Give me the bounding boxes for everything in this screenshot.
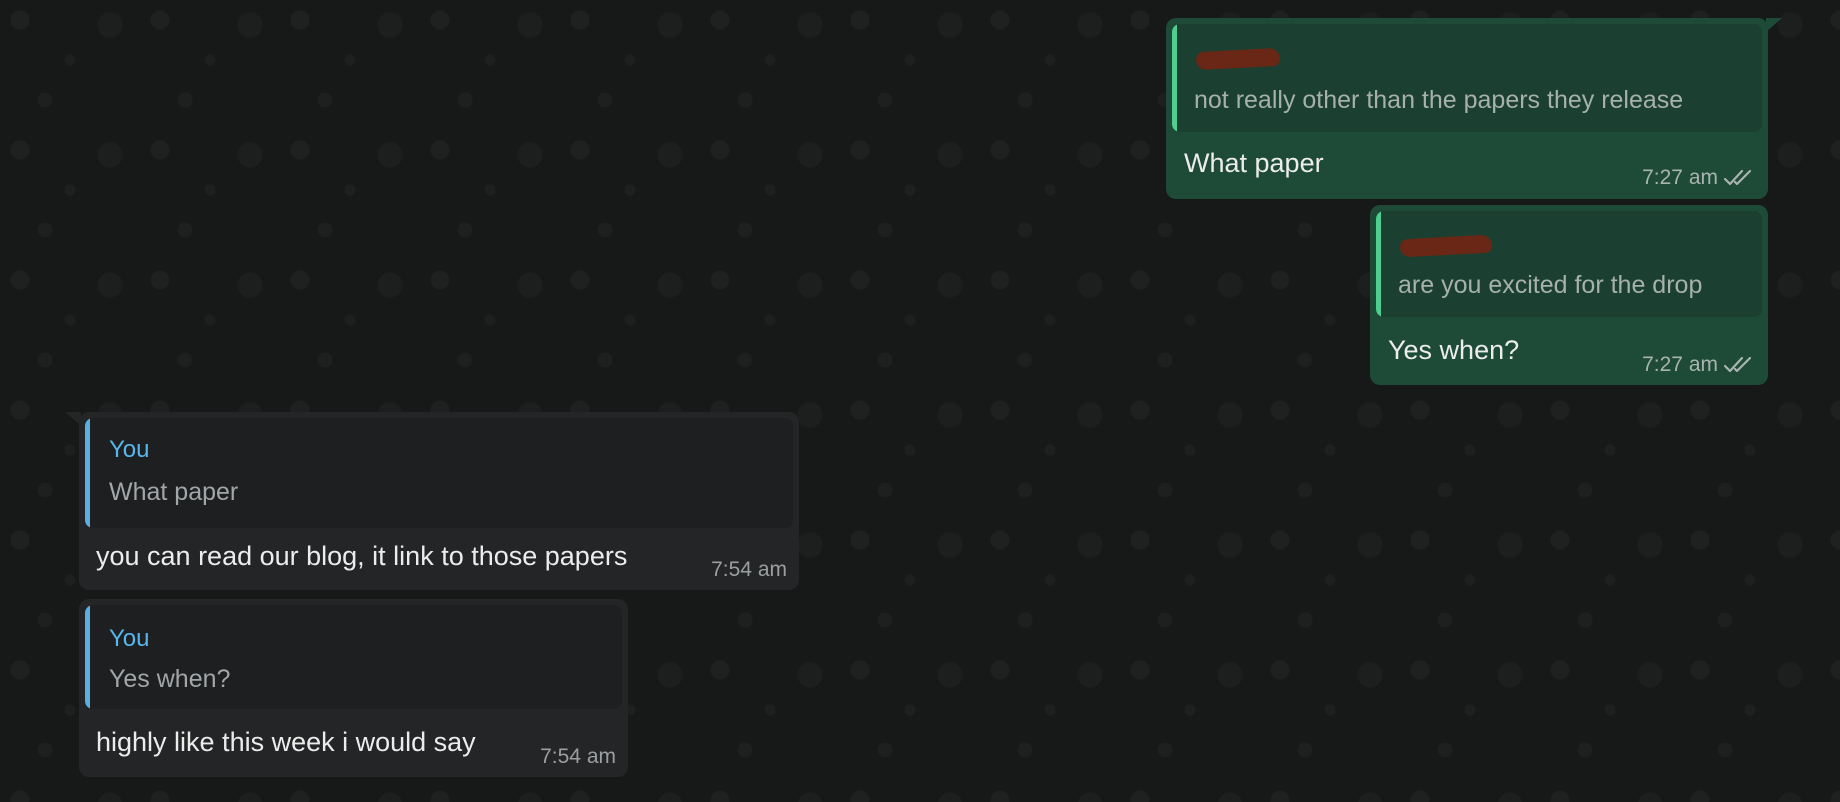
quote-text: not really other than the papers they re…: [1194, 86, 1684, 114]
quoted-message[interactable]: not really other than the papers they re…: [1172, 24, 1762, 132]
quote-bar: [1376, 211, 1381, 317]
message-bubble-incoming[interactable]: You Yes when? highly like this week i wo…: [79, 599, 628, 777]
quoted-message[interactable]: are you excited for the drop: [1376, 211, 1762, 317]
quote-text: What paper: [109, 478, 239, 506]
message-time: 7:27 am: [1642, 353, 1718, 376]
bubble-tail: [1766, 18, 1782, 32]
double-check-icon: [1724, 169, 1756, 187]
message-meta: 7:54 am: [711, 558, 787, 582]
quoted-message[interactable]: You Yes when?: [85, 605, 622, 709]
redacted-author-name: [1195, 47, 1281, 71]
message-meta: 7:54 am: [540, 745, 616, 769]
quote-text: are you excited for the drop: [1398, 271, 1703, 299]
quote-bar: [1172, 24, 1177, 132]
message-time: 7:54 am: [711, 558, 787, 581]
quoted-message[interactable]: You What paper: [85, 418, 793, 528]
double-check-icon: [1724, 356, 1756, 374]
message-meta: 7:27 am: [1642, 166, 1756, 190]
message-time: 7:27 am: [1642, 166, 1718, 189]
quote-author: You: [109, 625, 150, 652]
message-bubble-incoming[interactable]: You What paper you can read our blog, it…: [65, 412, 799, 590]
quote-author: You: [109, 436, 150, 463]
message-text: What paper: [1184, 148, 1324, 178]
message-text: highly like this week i would say: [96, 727, 476, 757]
redacted-author-name: [1399, 234, 1493, 258]
message-text: you can read our blog, it link to those …: [96, 541, 628, 571]
bubble-tail: [65, 412, 81, 426]
message-meta: 7:27 am: [1642, 353, 1756, 377]
message-time: 7:54 am: [540, 745, 616, 768]
quote-bar: [85, 605, 90, 709]
message-bubble-outgoing[interactable]: not really other than the papers they re…: [1166, 18, 1782, 199]
message-bubble-outgoing[interactable]: are you excited for the drop Yes when? 7…: [1370, 205, 1768, 385]
message-text: Yes when?: [1388, 335, 1520, 365]
quote-text: Yes when?: [109, 665, 231, 693]
quote-bar: [85, 418, 90, 528]
